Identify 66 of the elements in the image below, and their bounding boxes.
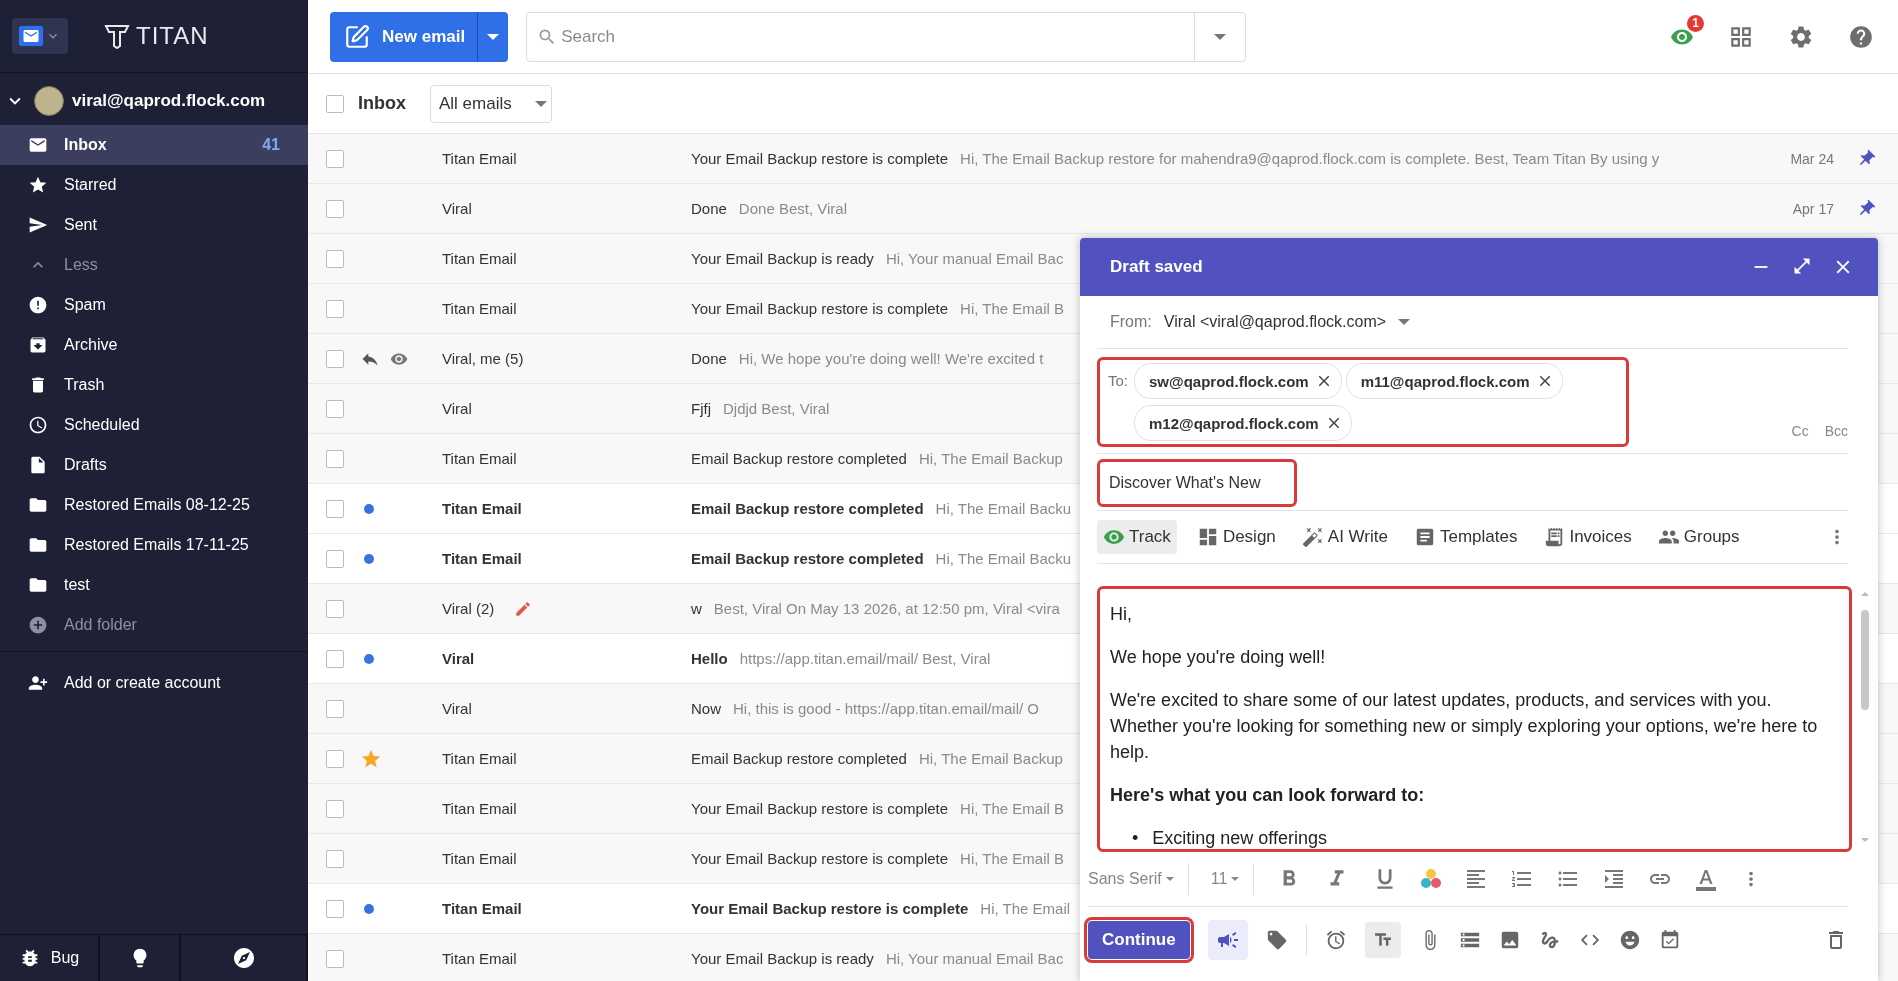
body-paragraph: We're excited to share some of our latest updates, products, and services with you. Whether you're looking for something new or simply exploring your options, we're here to help.	[1110, 689, 1819, 764]
email-subject: Now	[691, 700, 721, 717]
body-paragraph: We hope you're doing well!	[1110, 646, 1327, 669]
email-preview: Hi, The Email B	[960, 300, 1064, 317]
email-subject: Email Backup restore completed	[691, 450, 907, 467]
bullet: •	[1132, 827, 1139, 849]
email-subject: Email Backup restore completed	[691, 550, 924, 567]
email-preview: Hi, The Email Backup	[918, 750, 1063, 767]
sender: Viral	[442, 650, 475, 667]
sender: Viral	[442, 700, 472, 717]
email-preview: Best, Viral On May 13 2026, at 12:50 pm, Viral <vira	[713, 600, 1060, 617]
sender: Titan Email	[442, 750, 517, 767]
sender: Titan Email	[442, 900, 522, 917]
sender: Titan Email	[442, 150, 517, 167]
email-subject: Your Email Backup restore is complete	[691, 300, 949, 317]
body-heading: Here's what you can look forward to:	[1110, 784, 1426, 807]
email-date: Mar 24	[1790, 150, 1834, 167]
email-preview: Hi, Your manual Email Bac	[885, 950, 1064, 967]
email-subject: Your Email Backup is ready	[691, 950, 874, 967]
sender: Viral	[442, 200, 472, 217]
email-preview: Hi, Your manual Email Bac	[885, 250, 1064, 267]
email-preview: Hi, The Email B	[960, 800, 1064, 817]
sender: Titan Email	[442, 800, 517, 817]
email-preview: Hi, The Email Backup restore for mahendra9@qaprod.flock.com is complete. Best, Team Titan By using y	[960, 150, 1660, 167]
sender: Viral, me (5)	[442, 350, 524, 367]
logo-text: TITAN	[136, 22, 209, 50]
sender: Viral	[442, 400, 472, 417]
email-subject: Your Email Backup restore is complete	[691, 850, 949, 867]
sender: Viral (2)	[442, 600, 495, 617]
email-preview: Hi, The Email Backu	[935, 550, 1072, 567]
email-preview: Hi, The Email Backup	[918, 450, 1063, 467]
sender: Titan Email	[442, 500, 522, 517]
body-paragraph: Hi,	[1110, 603, 1133, 626]
email-subject: Hello	[691, 650, 728, 667]
account-email: viral@qaprod.flock.com	[72, 91, 266, 111]
sender: Titan Email	[442, 450, 517, 467]
email-preview: Hi, We hope you're doing well! We're excited t	[738, 350, 1044, 367]
email-preview: Done Best, Viral	[738, 200, 847, 217]
email-preview: https://app.titan.email/mail/ Best, Viral	[739, 650, 991, 667]
email-subject: Done	[691, 200, 727, 217]
email-subject: Your Email Backup restore is complete	[691, 150, 949, 167]
email-subject: w	[691, 600, 702, 617]
email-subject: Done	[691, 350, 727, 367]
list-title: Inbox	[358, 93, 406, 114]
sender: Titan Email	[442, 950, 517, 967]
email-subject: Fjfj	[691, 400, 711, 417]
email-preview: Hi, The Email Backu	[935, 500, 1072, 517]
sender: Titan Email	[442, 850, 517, 867]
email-subject: Your Email Backup is ready	[691, 250, 874, 267]
email-preview: Djdjd Best, Viral	[723, 400, 830, 417]
body-list-item: Exciting new offerings	[1152, 827, 1328, 849]
email-subject: Your Email Backup restore is complete	[691, 800, 949, 817]
unread-count: 41	[262, 136, 280, 154]
email-preview: Hi, this is good - https://app.titan.email/mail/ O	[733, 700, 1039, 717]
email-subject: Email Backup restore completed	[691, 500, 924, 517]
notification-badge: 1	[1687, 14, 1704, 32]
compose-title: Draft saved	[1110, 257, 1204, 277]
email-subject: Your Email Backup restore is complete	[691, 900, 969, 917]
from-label: From:	[1110, 313, 1152, 331]
sender: Titan Email	[442, 300, 517, 317]
email-preview: Hi, The Email	[980, 900, 1071, 917]
sender: Titan Email	[442, 550, 522, 567]
sender: Titan Email	[442, 250, 517, 267]
email-date: Apr 17	[1792, 200, 1834, 217]
email-subject: Email Backup restore completed	[691, 750, 907, 767]
email-preview: Hi, The Email B	[960, 850, 1064, 867]
